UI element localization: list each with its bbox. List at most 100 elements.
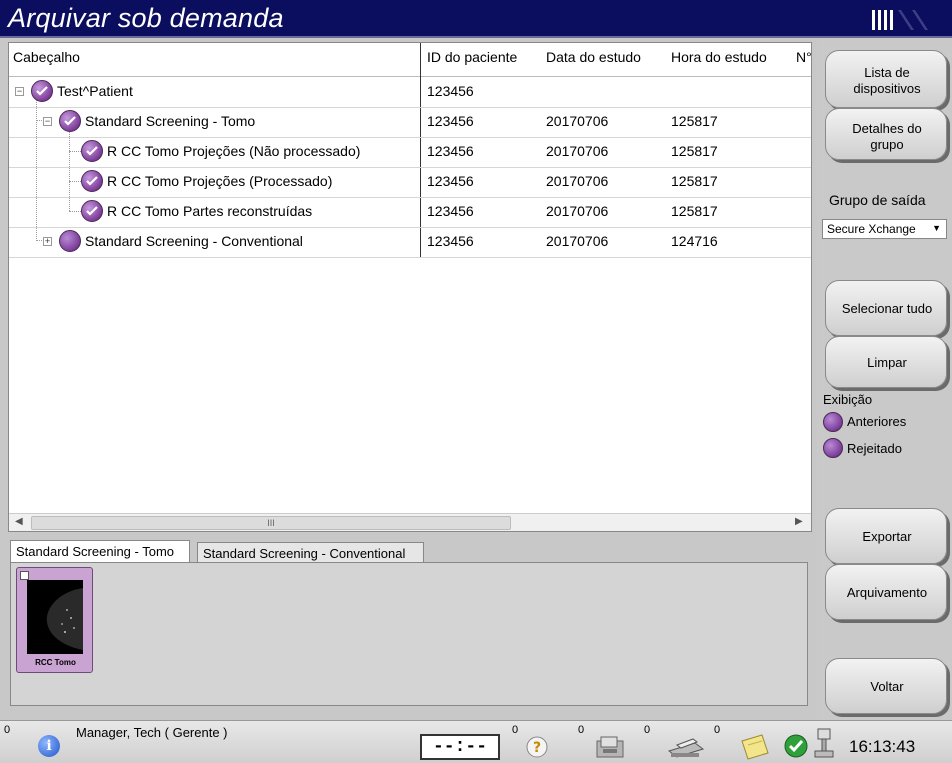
table-row[interactable]: + Standard Screening - Conventional 1234… bbox=[9, 227, 811, 257]
window-title: Arquivar sob demanda bbox=[8, 3, 284, 33]
scroll-right-icon[interactable]: ▶ bbox=[795, 516, 803, 527]
checked-status-icon[interactable] bbox=[81, 140, 103, 162]
row-study-time: 125817 bbox=[671, 203, 718, 219]
scroll-left-icon[interactable]: ◀ bbox=[15, 516, 23, 527]
row-study-date: 20170706 bbox=[546, 203, 609, 219]
table-header: Cabeçalho ID do paciente Data do estudo … bbox=[9, 43, 811, 77]
svg-text:?: ? bbox=[533, 740, 541, 756]
collapse-toggle[interactable]: − bbox=[43, 117, 52, 126]
button-label: grupo bbox=[870, 137, 904, 152]
row-study-date: 20170706 bbox=[546, 113, 609, 129]
mammogram-image bbox=[27, 580, 83, 654]
col-header-study-date[interactable]: Data do estudo bbox=[546, 49, 641, 65]
tab-standard-screening-tomo[interactable]: Standard Screening - Tomo bbox=[10, 540, 190, 562]
clear-button[interactable]: Limpar bbox=[825, 336, 947, 388]
rejected-legend-icon bbox=[823, 438, 843, 458]
hologic-logo-icon bbox=[868, 6, 938, 34]
button-label: Lista de bbox=[864, 65, 910, 80]
breast-image-icon bbox=[46, 588, 83, 650]
row-heading: Standard Screening - Tomo bbox=[85, 113, 256, 129]
row-study-date: 20170706 bbox=[546, 233, 609, 249]
rejected-legend-label: Rejeitado bbox=[847, 441, 902, 456]
previous-legend-label: Anteriores bbox=[847, 414, 907, 429]
row-patient-id: 123456 bbox=[427, 233, 474, 249]
printer-icon[interactable] bbox=[665, 733, 705, 761]
row-patient-id: 123456 bbox=[427, 203, 474, 219]
checked-status-icon[interactable] bbox=[81, 200, 103, 222]
count-4: 0 bbox=[714, 724, 721, 736]
checked-status-icon[interactable] bbox=[81, 170, 103, 192]
alert-count: 0 bbox=[4, 724, 11, 736]
system-device-icon[interactable] bbox=[812, 727, 838, 761]
row-patient-id: 123456 bbox=[427, 113, 474, 129]
button-label: Limpar bbox=[867, 355, 907, 370]
thumbnail-area: RCC Tomo bbox=[10, 562, 808, 706]
row-heading: R CC Tomo Projeções (Não processado) bbox=[107, 143, 361, 159]
help-icon[interactable]: ? bbox=[525, 735, 549, 759]
count-1: 0 bbox=[512, 724, 519, 736]
row-patient-id: 123456 bbox=[427, 143, 474, 159]
row-heading: Test^Patient bbox=[57, 83, 133, 99]
status-bar: 0 i Manager, Tech ( Gerente ) --:-- 0 ? … bbox=[0, 720, 952, 763]
notes-icon[interactable] bbox=[738, 731, 770, 761]
table-row[interactable]: R CC Tomo Projeções (Não processado) 123… bbox=[9, 137, 811, 167]
button-label: Exportar bbox=[862, 529, 912, 544]
row-study-time: 125817 bbox=[671, 113, 718, 129]
row-heading: Standard Screening - Conventional bbox=[85, 233, 303, 249]
group-details-button[interactable]: Detalhes do grupo bbox=[825, 108, 947, 160]
button-label: Voltar bbox=[870, 679, 904, 694]
table-row[interactable]: R CC Tomo Partes reconstruídas 123456 20… bbox=[9, 197, 811, 227]
count-3: 0 bbox=[644, 724, 651, 736]
output-group-label: Grupo de saída bbox=[829, 192, 926, 208]
row-study-time: 124716 bbox=[671, 233, 718, 249]
col-header-patient-id[interactable]: ID do paciente bbox=[427, 49, 517, 65]
export-button[interactable]: Exportar bbox=[825, 508, 947, 564]
tab-standard-screening-conventional[interactable]: Standard Screening - Conventional bbox=[197, 542, 424, 562]
button-label: dispositivos bbox=[853, 81, 921, 96]
display-label: Exibição bbox=[823, 392, 873, 407]
select-all-button[interactable]: Selecionar tudo bbox=[825, 280, 947, 336]
row-heading: R CC Tomo Partes reconstruídas bbox=[107, 203, 313, 219]
checked-status-icon[interactable] bbox=[31, 80, 53, 102]
scroll-thumb[interactable]: III bbox=[31, 516, 511, 530]
thumbnail-checkbox[interactable] bbox=[20, 571, 29, 580]
table-row[interactable]: − Test^Patient 123456 bbox=[9, 77, 811, 107]
table-row[interactable]: R CC Tomo Projeções (Processado) 123456 … bbox=[9, 167, 811, 197]
row-study-date: 20170706 bbox=[546, 143, 609, 159]
info-icon[interactable]: i bbox=[38, 735, 60, 757]
media-device-icon[interactable] bbox=[593, 733, 629, 761]
study-table: Cabeçalho ID do paciente Data do estudo … bbox=[8, 42, 812, 532]
col-header-number[interactable]: N° bbox=[796, 49, 811, 65]
row-patient-id: 123456 bbox=[427, 83, 474, 99]
status-ok-icon[interactable] bbox=[783, 733, 809, 759]
side-panel: Lista de dispositivos Detalhes do grupo … bbox=[817, 40, 952, 720]
row-heading: R CC Tomo Projeções (Processado) bbox=[107, 173, 333, 189]
horizontal-scrollbar[interactable]: ◀ III ▶ bbox=[9, 513, 811, 531]
table-row[interactable]: − Standard Screening - Tomo 123456 20170… bbox=[9, 107, 811, 137]
current-user[interactable]: Manager, Tech ( Gerente ) bbox=[76, 725, 228, 740]
button-label: Arquivamento bbox=[846, 585, 928, 600]
archive-button[interactable]: Arquivamento bbox=[825, 564, 947, 620]
timer-display: --:-- bbox=[420, 734, 500, 760]
scroll-thumb-grip: III bbox=[267, 518, 275, 528]
image-thumbnail[interactable]: RCC Tomo bbox=[16, 567, 93, 673]
row-patient-id: 123456 bbox=[427, 173, 474, 189]
unselected-status-icon[interactable] bbox=[59, 230, 81, 252]
title-bar: Arquivar sob demanda bbox=[0, 0, 952, 38]
thumbnail-label: RCC Tomo bbox=[35, 658, 76, 667]
expand-toggle[interactable]: + bbox=[43, 237, 52, 246]
clock: 16:13:43 bbox=[849, 737, 916, 756]
checked-status-icon[interactable] bbox=[59, 110, 81, 132]
output-group-select[interactable]: Secure Xchange ▼ bbox=[822, 219, 947, 239]
row-study-time: 125817 bbox=[671, 143, 718, 159]
col-header-heading[interactable]: Cabeçalho bbox=[13, 49, 80, 65]
previous-legend-icon bbox=[823, 412, 843, 432]
row-study-time: 125817 bbox=[671, 173, 718, 189]
button-label: Selecionar tudo bbox=[841, 301, 933, 316]
chevron-down-icon: ▼ bbox=[932, 223, 941, 233]
col-header-study-time[interactable]: Hora do estudo bbox=[671, 49, 767, 65]
back-button[interactable]: Voltar bbox=[825, 658, 947, 714]
device-list-button[interactable]: Lista de dispositivos bbox=[825, 50, 947, 108]
count-2: 0 bbox=[578, 724, 585, 736]
collapse-toggle[interactable]: − bbox=[15, 87, 24, 96]
